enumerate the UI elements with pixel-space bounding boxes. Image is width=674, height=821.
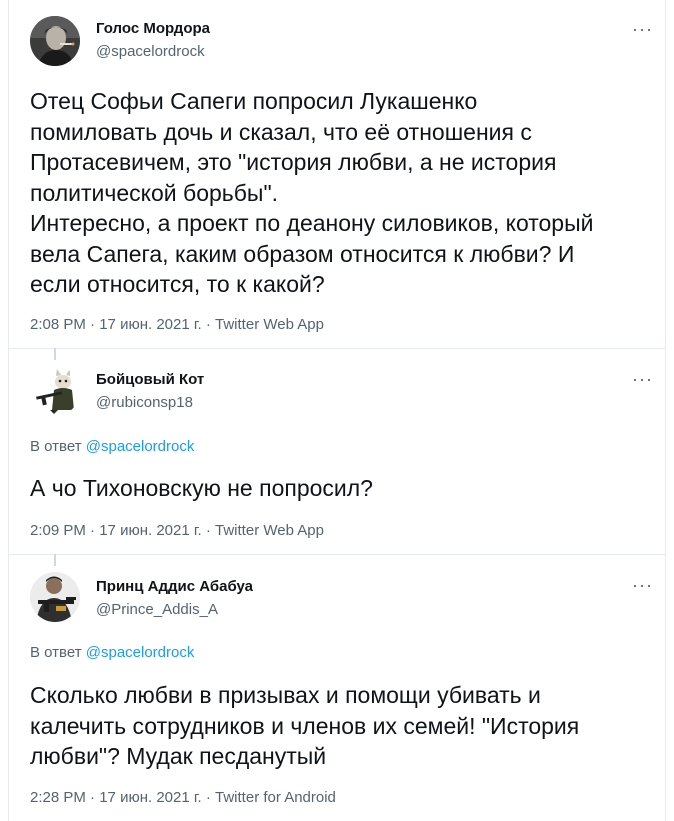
man-smoking-avatar[interactable] xyxy=(30,16,80,66)
tweet-meta: 2:09 PM · 17 июн. 2021 г. · Twitter Web … xyxy=(30,522,324,539)
tweet-date[interactable]: 17 июн. 2021 г. xyxy=(99,789,201,806)
meta-separator: · xyxy=(205,789,211,806)
tweet-date[interactable]: 17 июн. 2021 г. xyxy=(99,316,201,333)
more-options-icon[interactable]: ··· xyxy=(632,370,653,388)
author-handle[interactable]: @rubiconsp18 xyxy=(96,394,193,411)
tweet-1[interactable]: Голос Мордора @spacelordrock ··· Отец Со… xyxy=(8,0,666,348)
meta-separator: · xyxy=(205,316,211,333)
armed-figure-avatar[interactable] xyxy=(30,572,80,622)
meta-separator: · xyxy=(90,316,96,333)
author-handle[interactable]: @Prince_Addis_A xyxy=(96,601,218,618)
tweet-meta: 2:28 PM · 17 июн. 2021 г. · Twitter for … xyxy=(30,789,336,806)
author-name[interactable]: Голос Мордора xyxy=(96,20,210,37)
tweet-text: А чо Тихоновскую не попросил? xyxy=(30,475,373,501)
author-name[interactable]: Бойцовый Кот xyxy=(96,371,204,388)
tweet-client[interactable]: Twitter Web App xyxy=(215,522,324,539)
tweet-meta: 2:08 PM · 17 июн. 2021 г. · Twitter Web … xyxy=(30,316,324,333)
tweet-text: Отец Софьи Сапеги попросил Лукашенко пом… xyxy=(30,88,594,297)
author-name[interactable]: Принц Аддис Абабуа xyxy=(96,578,253,595)
tweet-time[interactable]: 2:08 PM xyxy=(30,316,86,333)
meta-separator: · xyxy=(205,522,211,539)
tweet-time[interactable]: 2:28 PM xyxy=(30,789,86,806)
armed-cat-avatar[interactable] xyxy=(30,366,80,416)
author-handle[interactable]: @spacelordrock xyxy=(96,43,205,60)
more-options-icon[interactable]: ··· xyxy=(632,20,653,38)
tweet-date[interactable]: 17 июн. 2021 г. xyxy=(99,522,201,539)
meta-separator: · xyxy=(90,789,96,806)
reply-context: В ответ @spacelordrock xyxy=(30,644,194,661)
reply-to-handle[interactable]: @spacelordrock xyxy=(86,644,195,661)
tweet-client[interactable]: Twitter Web App xyxy=(215,316,324,333)
reply-context: В ответ @spacelordrock xyxy=(30,438,194,455)
meta-separator: · xyxy=(90,522,96,539)
tweet-2[interactable]: Бойцовый Кот @rubiconsp18 ··· В ответ @s… xyxy=(8,349,666,554)
reply-to-handle[interactable]: @spacelordrock xyxy=(86,438,195,455)
tweet-text: Сколько любви в призывах и помощи убиват… xyxy=(30,682,580,769)
tweet-3[interactable]: Принц Аддис Абабуа @Prince_Addis_A ··· В… xyxy=(8,555,666,821)
more-options-icon[interactable]: ··· xyxy=(632,576,653,594)
reply-to-label: В ответ xyxy=(30,438,82,455)
tweet-client[interactable]: Twitter for Android xyxy=(215,789,336,806)
tweet-time[interactable]: 2:09 PM xyxy=(30,522,86,539)
reply-to-label: В ответ xyxy=(30,644,82,661)
